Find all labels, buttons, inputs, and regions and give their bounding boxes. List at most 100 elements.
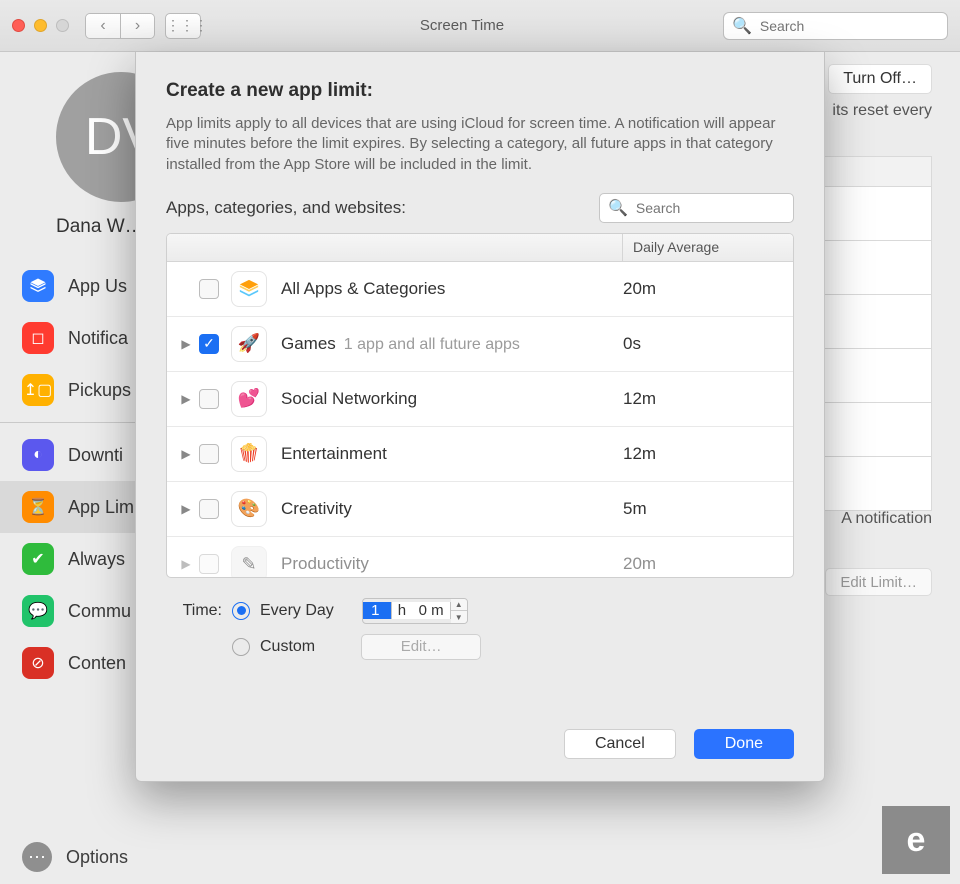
sidebar-item-label: Pickups xyxy=(68,380,131,401)
sidebar-item-label: Always xyxy=(68,549,125,570)
sidebar-item-label: Commu xyxy=(68,601,131,622)
ellipsis-icon: ⋯ xyxy=(22,842,52,872)
engadget-badge: e xyxy=(882,806,950,874)
sidebar-item-label: Notifica xyxy=(68,328,128,349)
checkbox[interactable]: ✓ xyxy=(199,334,219,354)
moon-icon: ◐ xyxy=(22,439,54,471)
time-label: Time: xyxy=(166,602,222,620)
time-row-custom: Custom Edit… xyxy=(166,634,794,660)
daily-average: 20m xyxy=(623,554,783,574)
radio-custom-label: Custom xyxy=(260,638,315,656)
disclosure-icon[interactable]: ▶ xyxy=(177,447,195,461)
sheet-title: Create a new app limit: xyxy=(166,80,794,102)
toolbar-search[interactable]: 🔍 xyxy=(723,12,948,40)
nav-segmented: ‹ › xyxy=(85,13,155,39)
edit-custom-button: Edit… xyxy=(361,634,481,660)
cancel-button[interactable]: Cancel xyxy=(564,729,676,759)
list-row-all[interactable]: All Apps & Categories 20m xyxy=(167,262,793,317)
heart-bubble-icon: 💕 xyxy=(231,381,267,417)
time-spinner[interactable]: 1 h 0 m ▲▼ xyxy=(362,598,468,624)
search-icon: 🔍 xyxy=(608,198,628,218)
category-name: Social Networking xyxy=(281,389,417,409)
search-icon: 🔍 xyxy=(732,16,752,36)
forward-button[interactable]: › xyxy=(120,14,154,38)
list-body[interactable]: All Apps & Categories 20m ▶ ✓ 🚀 Games 1 … xyxy=(167,262,793,578)
turn-off-button[interactable]: Turn Off… xyxy=(828,64,932,94)
pencil-icon: ✎ xyxy=(231,546,267,578)
toolbar-search-input[interactable] xyxy=(758,17,943,35)
hours-field[interactable]: 1 xyxy=(363,602,391,619)
radio-every-day-label: Every Day xyxy=(260,602,334,620)
window-title: Screen Time xyxy=(211,17,713,34)
no-icon: ⊘ xyxy=(22,647,54,679)
stack-icon xyxy=(22,270,54,302)
hourglass-icon: ⏳ xyxy=(22,491,54,523)
done-button[interactable]: Done xyxy=(694,729,794,759)
list-row-games[interactable]: ▶ ✓ 🚀 Games 1 app and all future apps 0s xyxy=(167,317,793,372)
list-row-creativity[interactable]: ▶ 🎨 Creativity 5m xyxy=(167,482,793,537)
close-window-icon[interactable] xyxy=(12,19,25,32)
edit-limit-button[interactable]: Edit Limit… xyxy=(825,568,932,596)
checkbox[interactable] xyxy=(199,554,219,574)
stepper[interactable]: ▲▼ xyxy=(451,599,467,623)
create-limit-sheet: Create a new app limit: App limits apply… xyxy=(135,52,825,782)
sidebar-item-label: App Lim xyxy=(68,497,134,518)
back-button[interactable]: ‹ xyxy=(86,14,120,38)
bubble-icon: 💬 xyxy=(22,595,54,627)
sidebar-item-label: Conten xyxy=(68,653,126,674)
disclosure-icon[interactable]: ▶ xyxy=(177,502,195,516)
chevron-up-icon[interactable]: ▲ xyxy=(451,599,467,612)
radio-custom[interactable] xyxy=(232,638,250,656)
list-row-productivity[interactable]: ▶ ✎ Productivity 20m xyxy=(167,537,793,578)
show-all-prefs-button[interactable]: ⋮⋮⋮ xyxy=(165,13,201,39)
palette-icon: 🎨 xyxy=(231,491,267,527)
options-label: Options xyxy=(66,847,128,868)
sidebar-item-label: Downti xyxy=(68,445,123,466)
checkbox[interactable] xyxy=(199,389,219,409)
daily-average: 0s xyxy=(623,334,783,354)
chevron-down-icon[interactable]: ▼ xyxy=(451,611,467,623)
window-toolbar: ‹ › ⋮⋮⋮ Screen Time 🔍 xyxy=(0,0,960,52)
category-name: Games xyxy=(281,334,336,354)
list-row-social[interactable]: ▶ 💕 Social Networking 12m xyxy=(167,372,793,427)
stack-icon xyxy=(231,271,267,307)
list-header: Daily Average xyxy=(167,234,793,262)
category-search-input[interactable] xyxy=(634,199,819,217)
category-search[interactable]: 🔍 xyxy=(599,193,794,223)
traffic-lights xyxy=(12,19,69,32)
minimize-window-icon[interactable] xyxy=(34,19,47,32)
reset-text: its reset every xyxy=(832,102,932,120)
daily-average: 5m xyxy=(623,499,783,519)
daily-average: 12m xyxy=(623,389,783,409)
checkbox[interactable] xyxy=(199,444,219,464)
check-icon: ✔ xyxy=(22,543,54,575)
radio-every-day[interactable] xyxy=(232,602,250,620)
sheet-description: App limits apply to all devices that are… xyxy=(166,114,794,175)
rocket-icon: 🚀 xyxy=(231,326,267,362)
popcorn-icon: 🍿 xyxy=(231,436,267,472)
zoom-window-icon[interactable] xyxy=(56,19,69,32)
category-subtitle: 1 app and all future apps xyxy=(344,336,520,354)
pickup-icon: ↥▢ xyxy=(22,374,54,406)
category-name: Creativity xyxy=(281,499,352,519)
disclosure-icon[interactable]: ▶ xyxy=(177,337,195,351)
checkbox[interactable] xyxy=(199,279,219,299)
daily-average: 12m xyxy=(623,444,783,464)
bell-icon: ◻ xyxy=(22,322,54,354)
time-row-every-day: Time: Every Day 1 h 0 m ▲▼ xyxy=(166,598,794,624)
col-name[interactable] xyxy=(167,234,623,261)
disclosure-icon[interactable]: ▶ xyxy=(177,392,195,406)
sidebar-item-label: App Us xyxy=(68,276,127,297)
category-name: Entertainment xyxy=(281,444,387,464)
daily-average: 20m xyxy=(623,279,783,299)
disclosure-icon[interactable]: ▶ xyxy=(177,557,195,571)
category-list: Daily Average All Apps & Categories 20m … xyxy=(166,233,794,578)
category-name: All Apps & Categories xyxy=(281,279,445,299)
category-name: Productivity xyxy=(281,554,369,574)
checkbox[interactable] xyxy=(199,499,219,519)
col-daily-average[interactable]: Daily Average xyxy=(623,234,793,261)
apps-categories-label: Apps, categories, and websites: xyxy=(166,198,406,218)
bg-note: A notification xyxy=(841,510,932,528)
list-row-entertainment[interactable]: ▶ 🍿 Entertainment 12m xyxy=(167,427,793,482)
options-button[interactable]: ⋯ Options xyxy=(22,842,128,872)
